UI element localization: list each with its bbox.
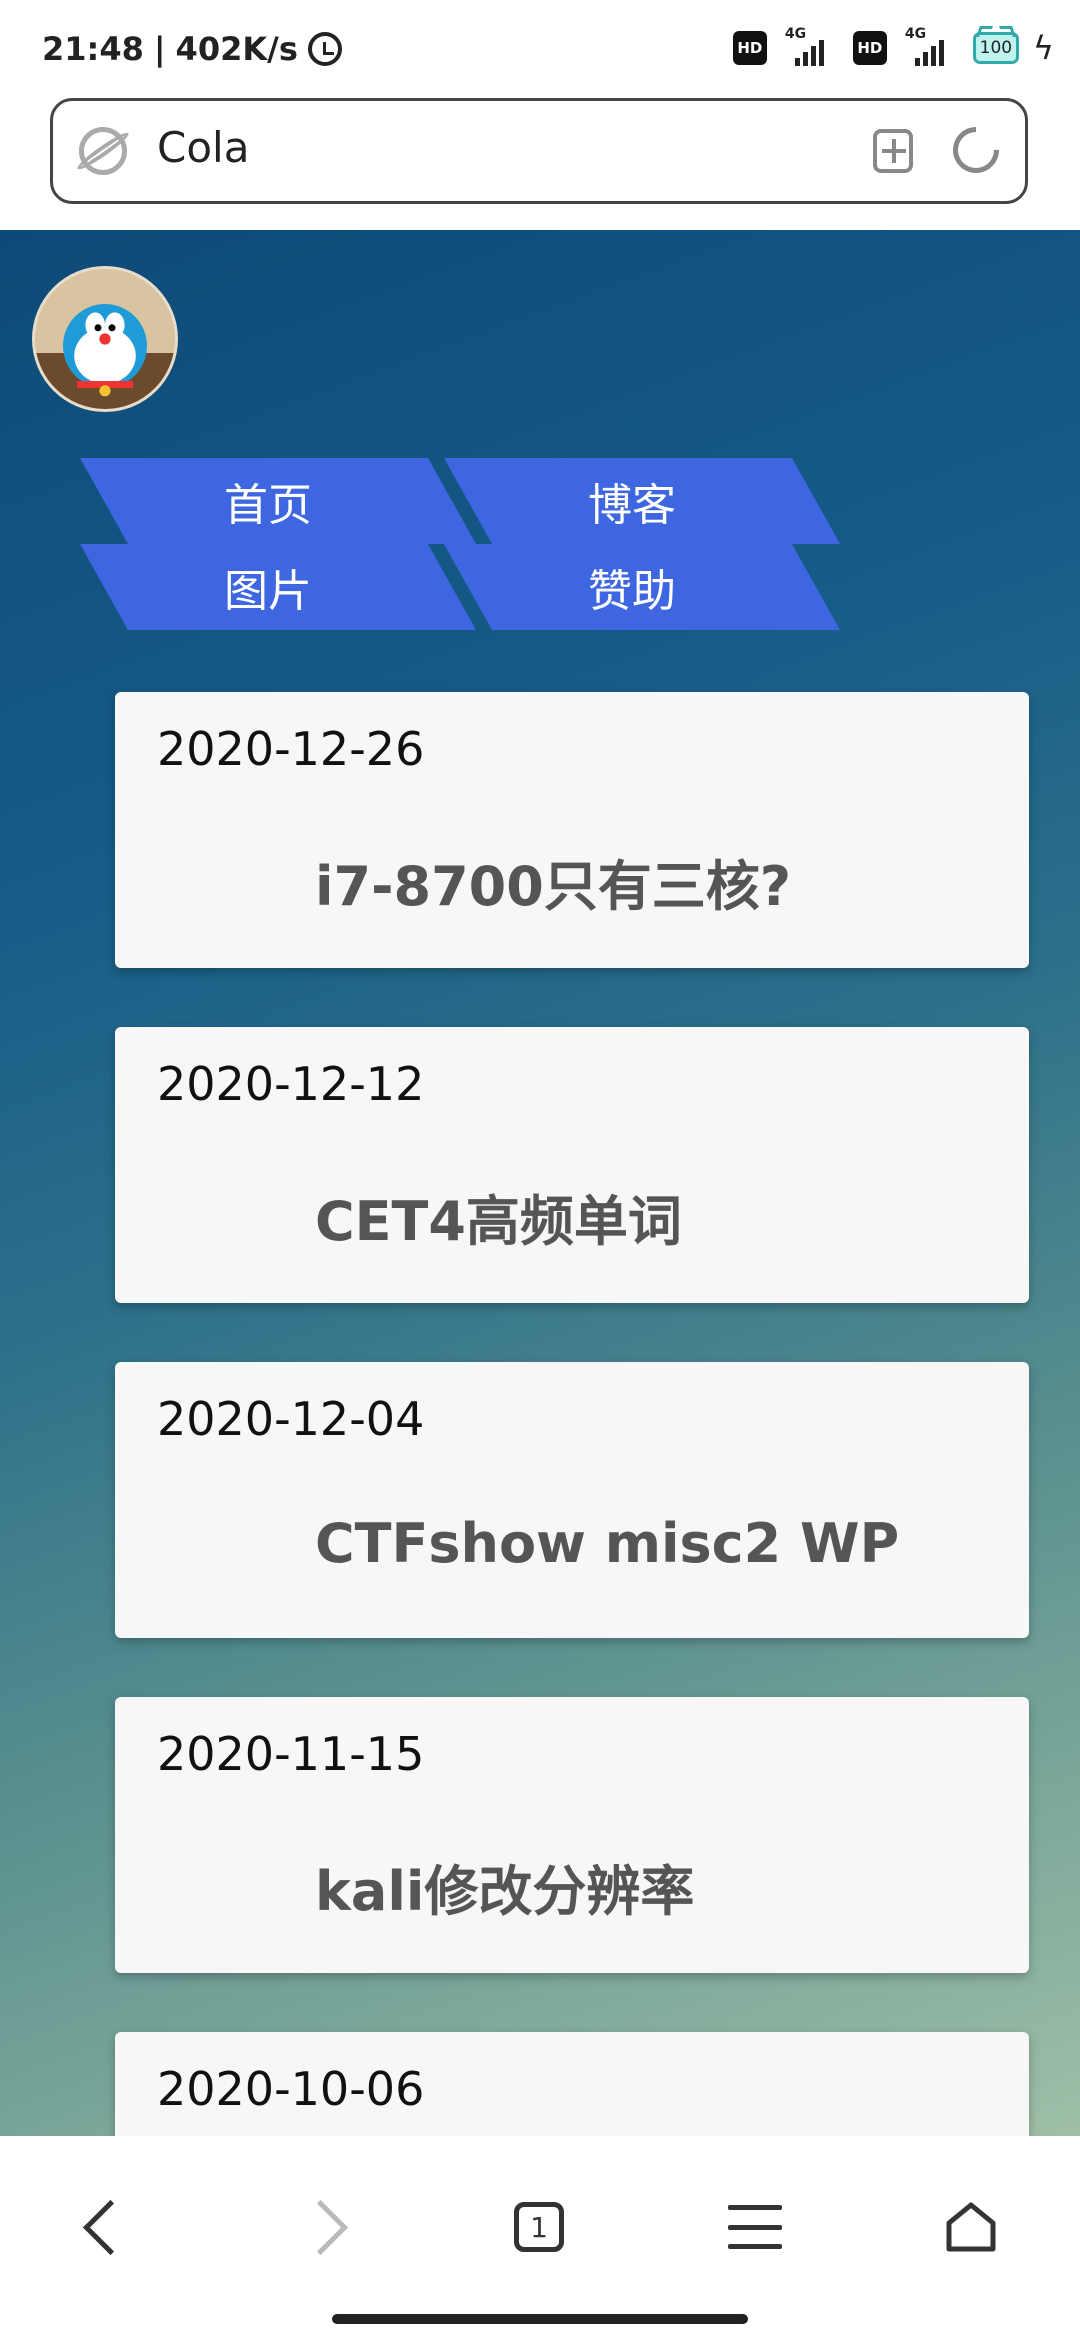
nav-home-label: 首页 bbox=[224, 480, 312, 531]
post-title[interactable]: CET4高频单词 bbox=[315, 1177, 682, 1256]
avatar-image bbox=[35, 269, 175, 409]
status-time: 21:48 bbox=[42, 30, 144, 68]
status-bar: 21:48 | 402K/s HD 4G HD 4G 100 ϟ bbox=[0, 0, 1080, 92]
hd-badge-2: HD bbox=[852, 31, 887, 65]
avatar[interactable] bbox=[32, 266, 178, 412]
post-title[interactable]: kali修改分辨率 bbox=[315, 1847, 694, 1926]
signal-icon-2: 4G bbox=[901, 26, 959, 68]
alarm-icon bbox=[307, 32, 342, 66]
charging-icon: ϟ bbox=[1032, 29, 1054, 67]
browser-toolbar: Cola bbox=[0, 92, 1080, 230]
post-date: 2020-12-12 bbox=[157, 1057, 425, 1111]
post-card[interactable]: 2020-12-12 CET4高频单词 bbox=[115, 1027, 1029, 1303]
tabs-icon: 1 bbox=[514, 2202, 564, 2252]
back-icon bbox=[82, 2199, 138, 2255]
status-left: 21:48 | 402K/s bbox=[42, 30, 342, 68]
post-title[interactable]: CTFshow misc2 WP bbox=[315, 1512, 899, 1575]
nav-blog-label: 博客 bbox=[588, 480, 676, 531]
browser-bottom-bar: 1 bbox=[0, 2136, 1080, 2340]
post-card[interactable]: 2020-10-06 bbox=[115, 2032, 1029, 2136]
post-card[interactable]: 2020-11-15 kali修改分辨率 bbox=[115, 1697, 1029, 1973]
nav-blog[interactable]: 博客 bbox=[444, 458, 840, 544]
battery-icon: 100 bbox=[972, 32, 1019, 64]
post-date: 2020-12-26 bbox=[157, 722, 425, 776]
globe-icon bbox=[79, 127, 127, 175]
status-right: HD 4G HD 4G 100 ϟ bbox=[732, 26, 1054, 68]
gesture-bar[interactable] bbox=[332, 2314, 748, 2324]
home-button[interactable] bbox=[926, 2182, 1016, 2272]
tabs-button[interactable]: 1 bbox=[494, 2182, 584, 2272]
post-card[interactable]: 2020-12-26 i7-8700只有三核? bbox=[115, 692, 1029, 968]
reload-icon[interactable] bbox=[943, 117, 1009, 183]
address-bar[interactable]: Cola bbox=[50, 98, 1028, 204]
add-tab-icon[interactable] bbox=[873, 129, 913, 173]
post-date: 2020-10-06 bbox=[157, 2062, 425, 2116]
signal-icon-1: 4G bbox=[781, 26, 839, 68]
menu-button[interactable] bbox=[710, 2182, 800, 2272]
address-text[interactable]: Cola bbox=[157, 123, 249, 172]
hd-badge-1: HD bbox=[732, 31, 767, 65]
post-title[interactable]: i7-8700只有三核? bbox=[315, 842, 791, 921]
nav-images[interactable]: 图片 bbox=[80, 544, 476, 630]
menu-icon bbox=[728, 2205, 782, 2249]
nav-home[interactable]: 首页 bbox=[80, 458, 476, 544]
status-separator: | bbox=[153, 30, 166, 68]
nav-images-label: 图片 bbox=[224, 566, 312, 617]
status-speed: 402K/s bbox=[175, 30, 298, 68]
nav-sponsor-label: 赞助 bbox=[588, 566, 676, 617]
nav-sponsor[interactable]: 赞助 bbox=[444, 544, 840, 630]
post-date: 2020-11-15 bbox=[157, 1727, 425, 1781]
forward-icon bbox=[292, 2199, 348, 2255]
home-icon bbox=[943, 2199, 999, 2255]
forward-button[interactable] bbox=[282, 2182, 372, 2272]
post-date: 2020-12-04 bbox=[157, 1392, 425, 1446]
main-nav: 首页 博客 图片 赞助 bbox=[80, 458, 840, 630]
back-button[interactable] bbox=[58, 2182, 148, 2272]
page-content[interactable]: 首页 博客 图片 赞助 2020-12-26 i7-8700只有三核? 2020… bbox=[0, 230, 1080, 2136]
post-card[interactable]: 2020-12-04 CTFshow misc2 WP bbox=[115, 1362, 1029, 1638]
